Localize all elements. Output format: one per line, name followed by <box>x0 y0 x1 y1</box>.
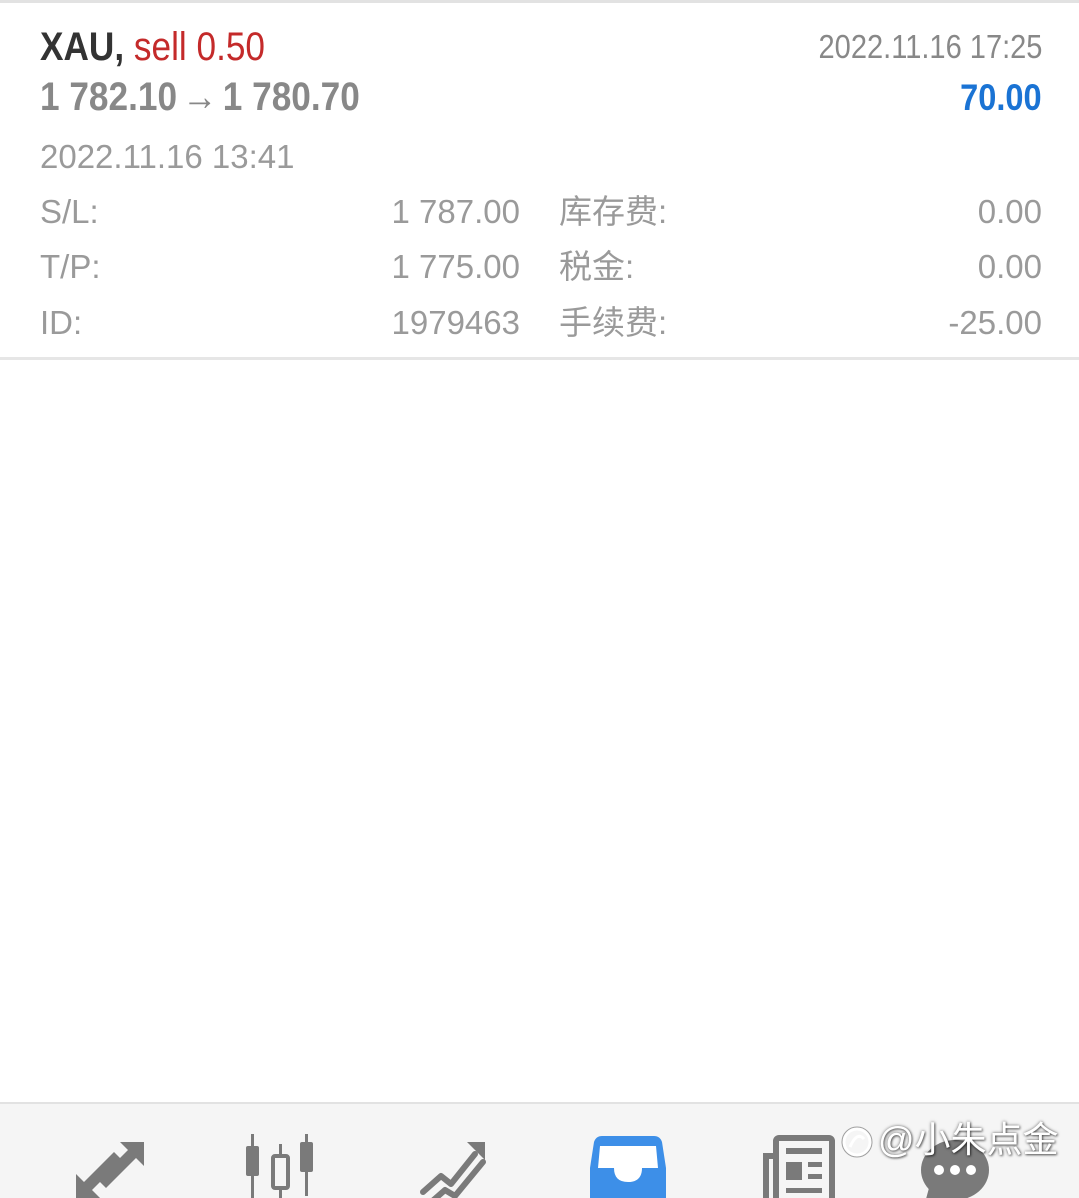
swap-value: 0.00 <box>977 193 1042 230</box>
trade-profit: 70.00 <box>960 77 1042 118</box>
trade-open-time: 2022.11.16 13:41 <box>40 138 295 175</box>
trade-type-volume: sell 0.50 <box>133 25 266 69</box>
bottom-navigation-bar <box>0 1102 1079 1198</box>
sl-label: S/L: <box>40 193 99 230</box>
arrow-right-icon: → <box>182 75 218 119</box>
nav-quotes[interactable] <box>70 1132 150 1198</box>
trade-close-time: 2022.11.16 17:25 <box>818 28 1042 65</box>
close-price: 1 780.70 <box>222 75 360 119</box>
trade-header: XAU, sell 0.50 <box>40 21 265 73</box>
id-value: 1979463 <box>391 304 520 341</box>
tp-label: T/P: <box>40 248 101 285</box>
quotes-arrows-icon <box>76 1142 144 1198</box>
chat-icon <box>921 1140 989 1198</box>
sl-value: 1 787.00 <box>391 193 520 230</box>
tp-value: 1 775.00 <box>391 248 520 285</box>
swap-label: 库存费: <box>559 193 668 230</box>
candlestick-chart-icon <box>246 1134 313 1198</box>
trade-symbol: XAU, <box>40 25 125 69</box>
id-label: ID: <box>40 304 83 341</box>
card-divider <box>0 357 1079 360</box>
nav-charts[interactable] <box>242 1132 322 1198</box>
nav-trade[interactable] <box>415 1132 495 1198</box>
nav-news[interactable] <box>760 1132 840 1198</box>
trade-history-item[interactable]: XAU, sell 0.50 2022.11.16 17:25 1 782.10… <box>0 3 1079 358</box>
trade-prices: 1 782.10 → 1 780.70 <box>40 71 360 123</box>
commission-label: 手续费: <box>559 304 668 341</box>
open-price: 1 782.10 <box>40 75 178 119</box>
tax-value: 0.00 <box>977 248 1042 285</box>
trade-history-screen: XAU, sell 0.50 2022.11.16 17:25 1 782.10… <box>0 0 1079 1198</box>
detail-row-tp: T/P: 1 775.00 税金: 0.00 <box>0 242 1079 292</box>
detail-row-id: ID: 1979463 手续费: -25.00 <box>0 298 1079 348</box>
commission-value: -25.00 <box>948 304 1042 341</box>
news-icon <box>763 1135 835 1198</box>
history-inbox-icon <box>590 1136 666 1198</box>
nav-history[interactable] <box>588 1132 668 1198</box>
trade-trend-icon <box>420 1142 486 1198</box>
nav-chat[interactable] <box>915 1132 995 1198</box>
tax-label: 税金: <box>559 248 635 285</box>
detail-row-sl: S/L: 1 787.00 库存费: 0.00 <box>0 187 1079 237</box>
